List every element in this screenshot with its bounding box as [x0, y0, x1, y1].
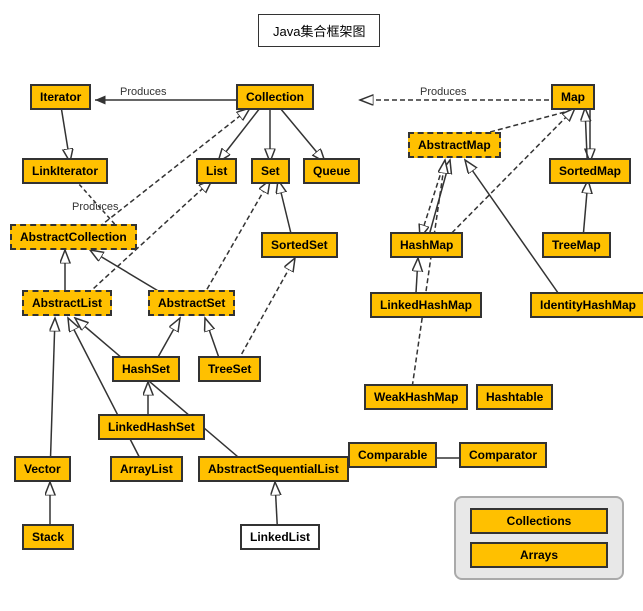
node-abstractcollection: AbstractCollection: [10, 224, 137, 250]
node-set: Set: [251, 158, 290, 184]
node-arrays: Arrays: [470, 542, 608, 568]
node-abstractsequentiallist: AbstractSequentialList: [198, 456, 349, 482]
node-queue: Queue: [303, 158, 360, 184]
node-hashmap: HashMap: [390, 232, 463, 258]
svg-text:Produces: Produces: [120, 86, 167, 98]
node-hashset: HashSet: [112, 356, 180, 382]
node-treemap: TreeMap: [542, 232, 611, 258]
node-vector: Vector: [14, 456, 71, 482]
node-comparator: Comparator: [459, 442, 547, 468]
node-treeset: TreeSet: [198, 356, 261, 382]
node-map: Map: [551, 84, 595, 110]
legend-box: Collections Arrays: [454, 496, 624, 580]
node-abstractlist: AbstractList: [22, 290, 112, 316]
node-iterator: Iterator: [30, 84, 91, 110]
node-list: List: [196, 158, 237, 184]
node-arraylist: ArrayList: [110, 456, 183, 482]
node-identityhashmap: IdentityHashMap: [530, 292, 643, 318]
node-linkedhashmap: LinkedHashMap: [370, 292, 482, 318]
node-sortedset: SortedSet: [261, 232, 338, 258]
diagram-container: Produces Produces Produces: [0, 0, 643, 611]
title-box: Java集合框架图: [258, 14, 380, 47]
node-linkedhashset: LinkedHashSet: [98, 414, 205, 440]
node-abstractset: AbstractSet: [148, 290, 235, 316]
node-weakhashmap: WeakHashMap: [364, 384, 468, 410]
node-collection: Collection: [236, 84, 314, 110]
node-linkedlist: LinkedList: [240, 524, 320, 550]
node-collections: Collections: [470, 508, 608, 534]
node-linkiterator: LinkIterator: [22, 158, 108, 184]
title-text: Java集合框架图: [273, 24, 365, 39]
node-sortedmap: SortedMap: [549, 158, 631, 184]
svg-text:Produces: Produces: [420, 86, 467, 98]
node-abstractmap: AbstractMap: [408, 132, 501, 158]
node-stack: Stack: [22, 524, 74, 550]
svg-text:Produces: Produces: [72, 201, 119, 213]
node-comparable: Comparable: [348, 442, 437, 468]
node-hashtable: Hashtable: [476, 384, 553, 410]
